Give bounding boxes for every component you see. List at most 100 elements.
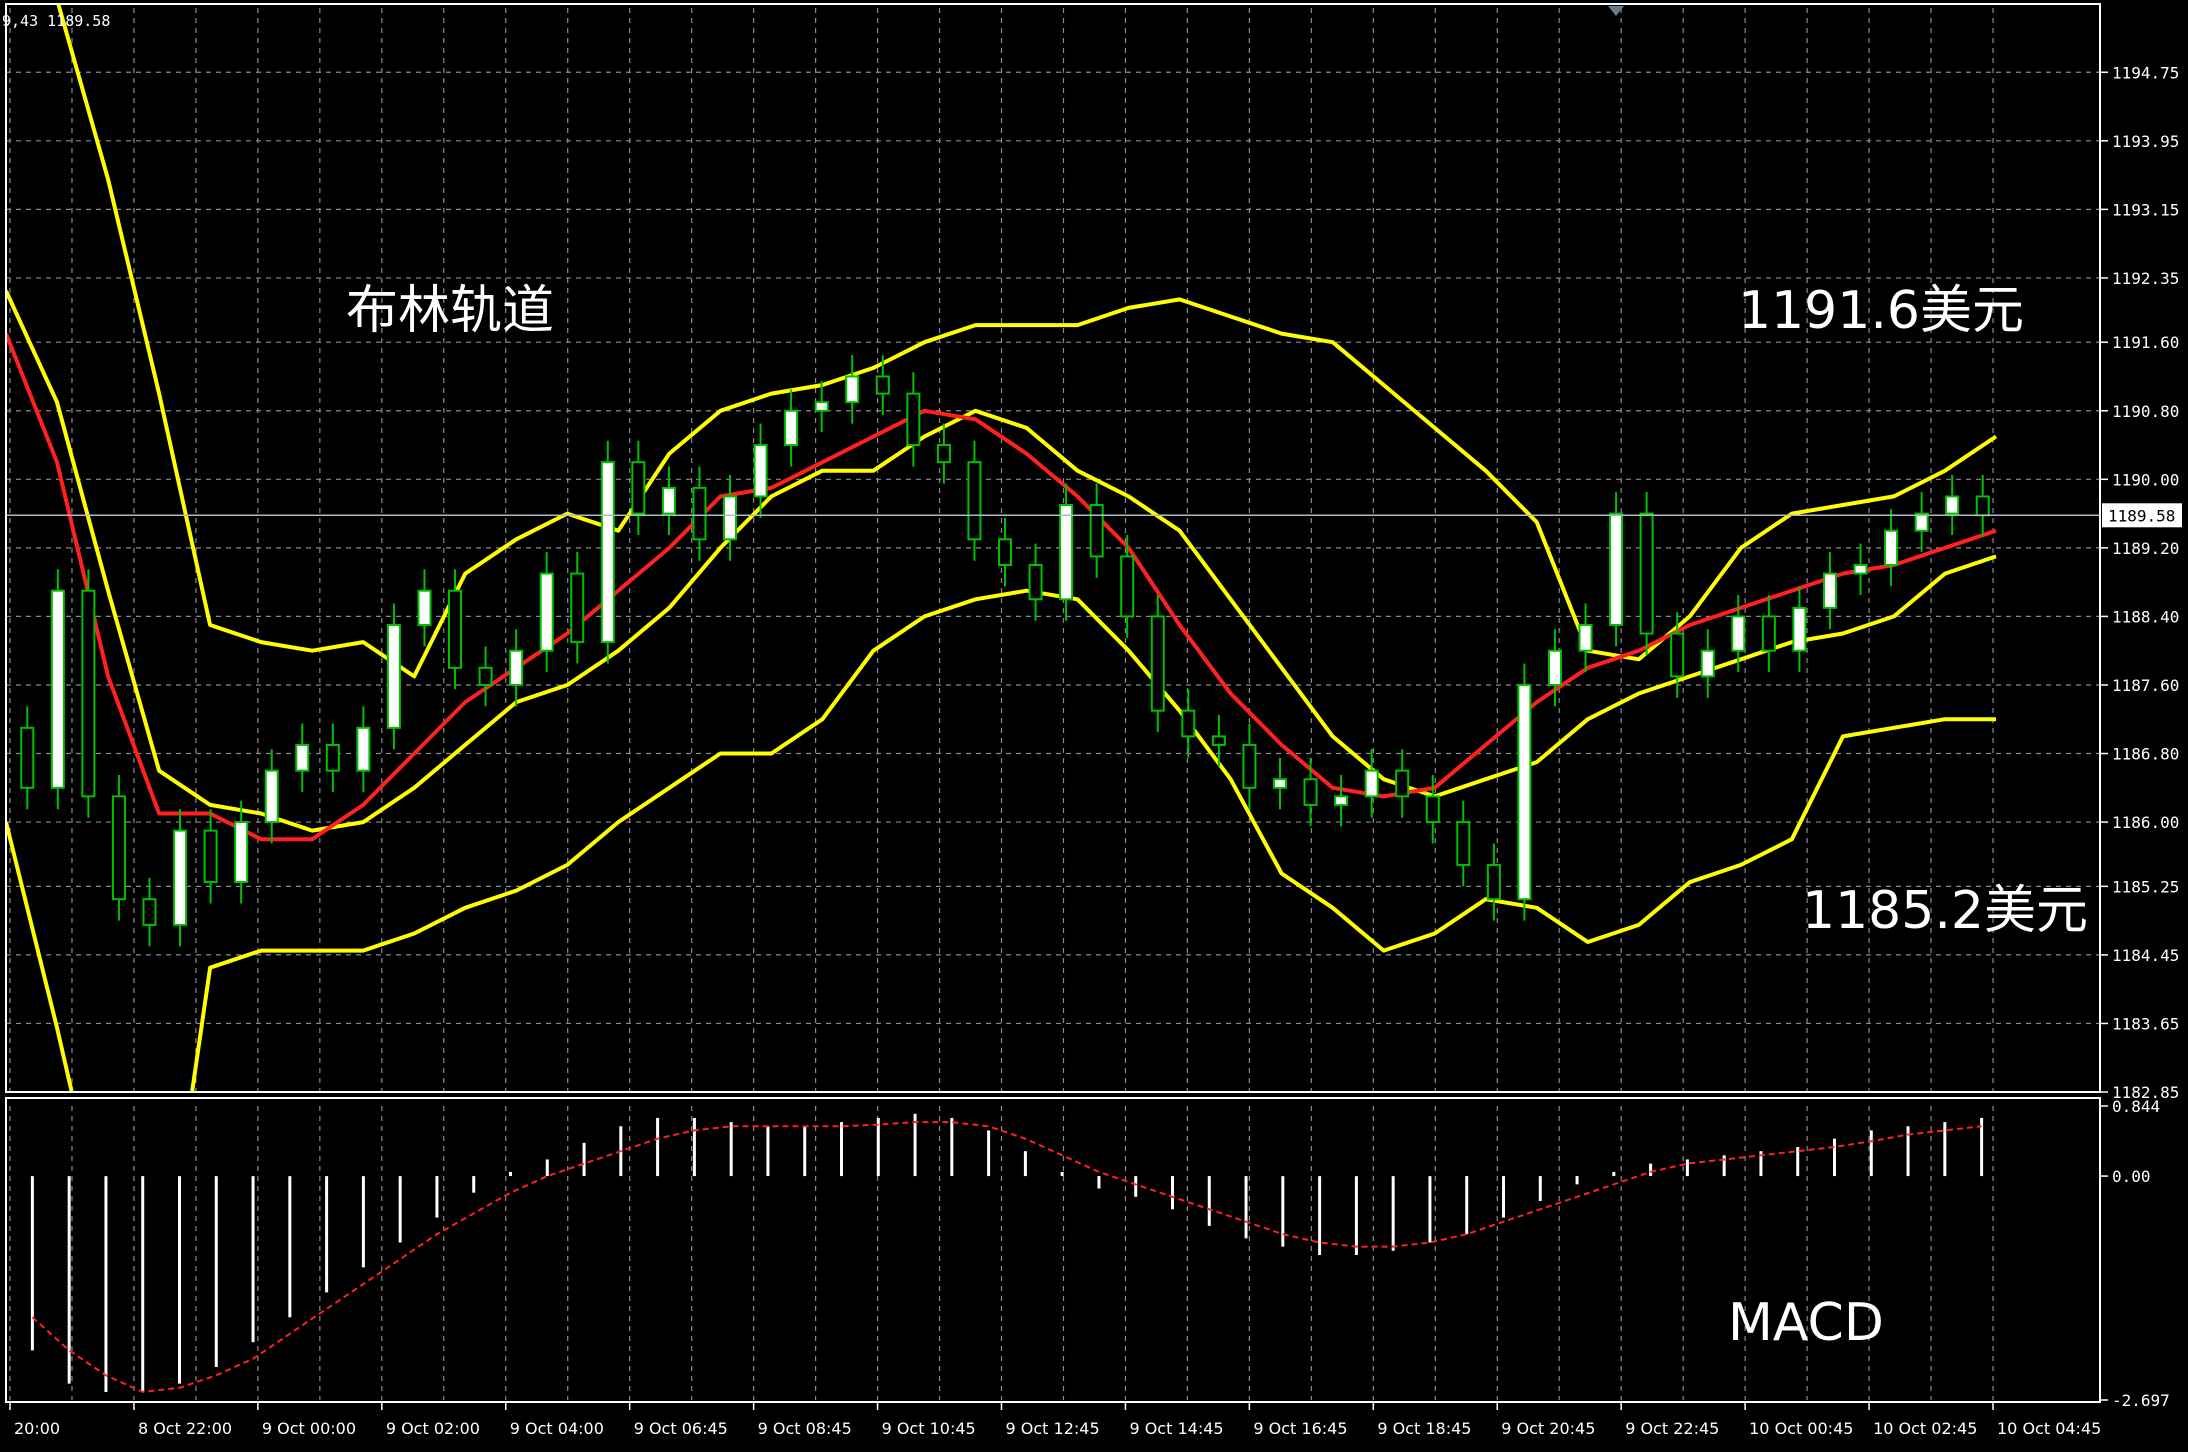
bull-candle bbox=[1853, 563, 1868, 575]
bull-candle bbox=[173, 829, 188, 926]
bull-candle bbox=[295, 743, 310, 772]
macd-y-tick-label: 0.00 bbox=[2112, 1167, 2151, 1186]
header-readout: 9,43 1189.58 bbox=[2, 12, 110, 30]
bear-candle bbox=[478, 666, 493, 686]
y-tick-label: 1190.80 bbox=[2112, 402, 2179, 421]
x-tick-label: 9 Oct 08:45 bbox=[758, 1419, 852, 1438]
bear-candle bbox=[1975, 495, 1990, 517]
x-tick-label: 10 Oct 02:45 bbox=[1873, 1419, 1977, 1438]
bull-candle bbox=[539, 572, 554, 652]
bull-candle bbox=[1792, 606, 1807, 652]
upper-price-annotation: 1191.6美元 bbox=[1738, 281, 2024, 341]
x-tick-label: 9 Oct 14:45 bbox=[1129, 1419, 1223, 1438]
bull-candle bbox=[723, 495, 738, 541]
bear-candle bbox=[967, 461, 982, 541]
bull-candle bbox=[1364, 769, 1379, 798]
x-tick-label: 9 Oct 12:45 bbox=[1006, 1419, 1100, 1438]
bear-candle bbox=[631, 461, 646, 515]
y-tick-label: 1193.95 bbox=[2112, 132, 2179, 151]
bear-candle bbox=[20, 726, 35, 789]
x-tick-label: 9 Oct 18:45 bbox=[1377, 1419, 1471, 1438]
bull-candle bbox=[1272, 778, 1287, 789]
bear-candle bbox=[1089, 504, 1104, 558]
bear-candle bbox=[1456, 821, 1471, 866]
bear-candle bbox=[1395, 769, 1410, 798]
bear-candle bbox=[142, 898, 157, 926]
x-tick-label: 10 Oct 04:45 bbox=[1997, 1419, 2101, 1438]
bull-candle bbox=[1578, 623, 1593, 652]
x-tick-label: 9 Oct 22:45 bbox=[1625, 1419, 1719, 1438]
bull-candle bbox=[264, 769, 279, 824]
x-tick-label: 8 Oct 22:00 bbox=[138, 1419, 232, 1438]
bear-candle bbox=[1211, 735, 1226, 746]
bull-candle bbox=[417, 589, 432, 626]
bear-candle bbox=[1181, 709, 1196, 738]
lower-price-annotation: 1185.2美元 bbox=[1802, 881, 2088, 941]
y-tick-label: 1186.80 bbox=[2112, 745, 2179, 764]
bear-candle bbox=[1425, 795, 1440, 824]
y-tick-label: 1188.40 bbox=[2112, 607, 2179, 626]
bear-candle bbox=[1670, 632, 1685, 678]
bear-candle bbox=[692, 486, 707, 541]
bear-candle bbox=[906, 392, 921, 447]
bull-candle bbox=[356, 726, 371, 772]
bull-candle bbox=[1059, 504, 1074, 601]
bear-candle bbox=[570, 572, 585, 644]
x-tick-label: 9 Oct 00:00 bbox=[262, 1419, 356, 1438]
bear-candle bbox=[998, 538, 1012, 566]
y-tick-label: 1190.00 bbox=[2112, 470, 2179, 489]
y-tick-label: 1184.45 bbox=[2112, 946, 2179, 965]
x-tick-label: 9 Oct 04:00 bbox=[510, 1419, 604, 1438]
y-tick-label: 1189.20 bbox=[2112, 539, 2179, 558]
x-tick-label: 20:00 bbox=[14, 1419, 60, 1438]
x-tick-label: 9 Oct 10:45 bbox=[882, 1419, 976, 1438]
bollinger-annotation: 布林轨道 bbox=[346, 281, 554, 341]
y-tick-label: 1187.60 bbox=[2112, 676, 2179, 695]
macd-y-tick-label: -2.697 bbox=[2112, 1391, 2170, 1410]
x-tick-label: 9 Oct 06:45 bbox=[634, 1419, 728, 1438]
bull-candle bbox=[1700, 649, 1715, 678]
bear-candle bbox=[111, 795, 126, 901]
bull-candle bbox=[1334, 795, 1349, 806]
bull-candle bbox=[600, 461, 615, 644]
y-tick-label: 1186.00 bbox=[2112, 813, 2179, 832]
bull-candle bbox=[661, 486, 676, 515]
chart-canvas: 1194.75 1193.95 1193.15 1192.35 1191.60 1190.… bbox=[0, 0, 2188, 1452]
bear-candle bbox=[1761, 615, 1776, 652]
x-tick-label: 9 Oct 16:45 bbox=[1253, 1419, 1347, 1438]
bear-candle bbox=[81, 589, 96, 798]
current-price-label: 1189.58 bbox=[2108, 506, 2175, 525]
bear-candle bbox=[936, 444, 951, 464]
bear-candle bbox=[203, 829, 218, 884]
bull-candle bbox=[753, 444, 768, 498]
bull-candle bbox=[814, 401, 829, 412]
bull-candle bbox=[845, 375, 860, 404]
bear-candle bbox=[1120, 555, 1135, 618]
bull-candle bbox=[1945, 495, 1960, 515]
macd-y-tick-label: 0.844 bbox=[2112, 1097, 2160, 1116]
bull-candle bbox=[784, 409, 799, 447]
bull-candle bbox=[386, 623, 401, 729]
y-tick-label: 1192.35 bbox=[2112, 269, 2179, 288]
bear-candle bbox=[325, 743, 340, 772]
bear-candle bbox=[448, 589, 463, 669]
bear-candle bbox=[1242, 743, 1257, 789]
bull-candle bbox=[50, 589, 65, 789]
bear-candle bbox=[1150, 615, 1165, 712]
bull-candle bbox=[1731, 615, 1746, 652]
bull-candle bbox=[1609, 512, 1624, 626]
bull-candle bbox=[1547, 649, 1562, 686]
y-tick-label: 1193.15 bbox=[2112, 200, 2179, 219]
x-tick-label: 9 Oct 02:00 bbox=[386, 1419, 480, 1438]
bear-candle bbox=[875, 375, 890, 395]
bear-candle bbox=[1028, 563, 1043, 601]
bull-candle bbox=[1517, 683, 1532, 901]
bull-candle bbox=[1884, 529, 1899, 566]
y-tick-label: 1191.60 bbox=[2112, 333, 2179, 352]
x-tick-label: 9 Oct 20:45 bbox=[1501, 1419, 1595, 1438]
y-tick-label: 1194.75 bbox=[2112, 63, 2179, 82]
bull-candle bbox=[509, 649, 524, 686]
y-tick-label: 1185.25 bbox=[2112, 877, 2179, 896]
chart-background bbox=[0, 0, 2188, 1452]
bull-candle bbox=[1822, 572, 1837, 609]
